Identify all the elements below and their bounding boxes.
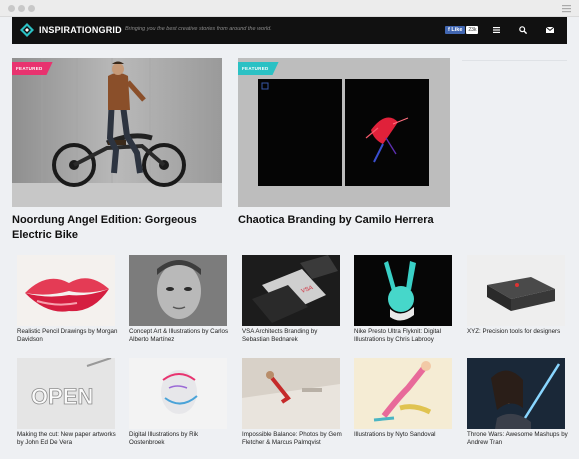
paper-open-artwork: OPEN bbox=[17, 358, 115, 429]
browser-chrome bbox=[0, 0, 579, 17]
nike-hand bbox=[354, 255, 452, 326]
throne-wars-portrait bbox=[467, 358, 565, 429]
lips-drawing bbox=[17, 255, 115, 326]
facebook-like-count: 23k bbox=[466, 26, 479, 34]
bike-photo bbox=[12, 58, 222, 207]
svg-text:OPEN: OPEN bbox=[31, 384, 93, 409]
grid-image-nyto-sandoval[interactable] bbox=[354, 358, 452, 429]
grid-caption[interactable]: VSA Architects Branding by Sebastian Bed… bbox=[242, 328, 346, 344]
search-button[interactable] bbox=[517, 24, 529, 36]
grid-image-paper-art[interactable]: OPEN bbox=[17, 358, 115, 429]
page: INSPIRATIONGRID Bringing you the best cr… bbox=[0, 17, 579, 459]
boy-portrait bbox=[129, 255, 227, 326]
grid-image-rik-oostenbroek[interactable] bbox=[129, 358, 227, 429]
abstract-head bbox=[129, 358, 227, 429]
featured-badge: FEATURED bbox=[12, 62, 53, 75]
grid-caption[interactable]: Throne Wars: Awesome Mashups by Andrew T… bbox=[467, 431, 571, 447]
illustration-figure bbox=[354, 358, 452, 429]
browser-menu-icon[interactable] bbox=[562, 4, 571, 13]
grid-caption[interactable]: Digital Illustrations by Rik Oostenbroek bbox=[129, 431, 233, 447]
featured-image-chaotica[interactable]: FEATURED bbox=[238, 58, 450, 207]
featured-title-chaotica[interactable]: Chaotica Branding by Camilo Herrera bbox=[238, 213, 453, 228]
search-icon bbox=[519, 26, 527, 34]
mail-button[interactable] bbox=[544, 24, 556, 36]
site-tagline: Bringing you the best creative stories f… bbox=[125, 26, 272, 32]
window-zoom-dot[interactable] bbox=[28, 5, 35, 12]
grid-caption[interactable]: Illustrations by Nyto Sandoval bbox=[354, 431, 458, 439]
window-minimize-dot[interactable] bbox=[18, 5, 25, 12]
featured-title-bike[interactable]: Noordung Angel Edition: Gorgeous Electri… bbox=[12, 213, 227, 243]
grid-caption[interactable]: Nike Presto Ultra Flyknit: Digital Illus… bbox=[354, 328, 458, 344]
featured-image-bike[interactable]: FEATURED bbox=[12, 58, 222, 207]
grid-image-pencil-lips[interactable] bbox=[17, 255, 115, 326]
facebook-like-button[interactable]: f Like bbox=[445, 26, 466, 34]
grid-caption[interactable]: Concept Art & Illustrations by Carlos Al… bbox=[129, 328, 233, 344]
grid-image-throne-wars[interactable] bbox=[467, 358, 565, 429]
sidebar-divider bbox=[462, 60, 567, 61]
grid-caption[interactable]: Making the cut: New paper artworks by Jo… bbox=[17, 431, 121, 447]
facebook-like-widget[interactable]: f Like 23k bbox=[445, 25, 479, 35]
grid-caption[interactable]: Impossible Balance: Photos by Gem Fletch… bbox=[242, 431, 346, 447]
window-close-dot[interactable] bbox=[8, 5, 15, 12]
chaotica-photo bbox=[238, 58, 450, 207]
featured-badge: FEATURED bbox=[238, 62, 279, 75]
site-header: INSPIRATIONGRID Bringing you the best cr… bbox=[12, 17, 567, 44]
grid-image-xyz-tools[interactable] bbox=[467, 255, 565, 326]
site-logo[interactable]: INSPIRATIONGRID bbox=[39, 25, 122, 35]
grid-caption[interactable]: XYZ: Precision tools for designers bbox=[467, 328, 571, 336]
grid-image-concept-art[interactable] bbox=[129, 255, 227, 326]
logo-text: INSPIRATIONGRID bbox=[39, 25, 122, 35]
facebook-like-label: Like bbox=[451, 27, 463, 33]
mail-icon bbox=[546, 27, 554, 33]
grid-image-impossible-balance[interactable] bbox=[242, 358, 340, 429]
xyz-tool bbox=[467, 255, 565, 326]
logo-diamond-icon[interactable] bbox=[20, 23, 34, 37]
vsa-cards: VSA bbox=[242, 255, 340, 326]
grid-image-nike-presto[interactable] bbox=[354, 255, 452, 326]
menu-button[interactable] bbox=[490, 24, 502, 36]
grid-caption[interactable]: Realistic Pencil Drawings by Morgan Davi… bbox=[17, 328, 121, 344]
menu-icon bbox=[492, 27, 500, 33]
balance-photo bbox=[242, 358, 340, 429]
grid-image-vsa-branding[interactable]: VSA bbox=[242, 255, 340, 326]
